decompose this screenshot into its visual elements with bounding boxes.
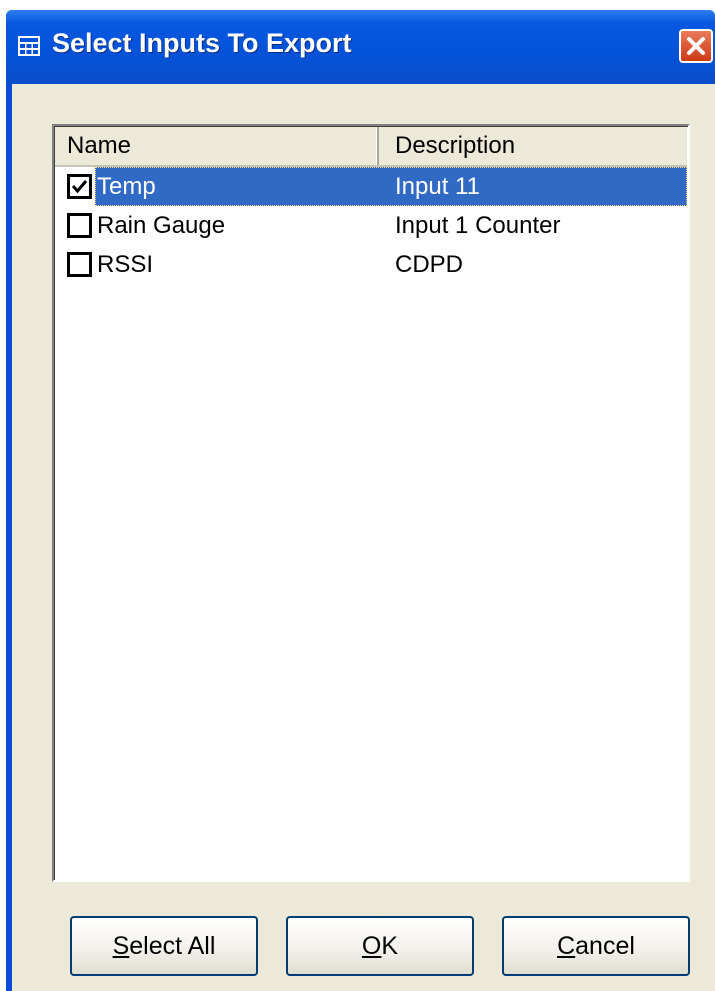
- window-title: Select Inputs To Export: [52, 28, 352, 58]
- select-all-button[interactable]: Select All: [70, 916, 258, 976]
- table-icon: [18, 36, 40, 56]
- row-checkbox[interactable]: [67, 213, 92, 238]
- list-row[interactable]: Rain Gauge Input 1 Counter: [55, 206, 687, 245]
- ok-label: K: [381, 932, 399, 960]
- list-row[interactable]: Temp Input 11: [55, 167, 687, 206]
- ok-button[interactable]: OK: [286, 916, 474, 976]
- column-header-name[interactable]: Name: [55, 127, 379, 165]
- list-header: Name Description: [55, 127, 687, 167]
- select-all-mnemonic: S: [112, 932, 130, 960]
- ok-mnemonic: O: [361, 932, 382, 960]
- row-checkbox[interactable]: [67, 252, 92, 277]
- checkmark-icon: [71, 180, 88, 194]
- dialog-client-area: Name Description Temp Input 11 Rain Gaug…: [12, 84, 715, 991]
- row-description: Input 1 Counter: [395, 212, 561, 239]
- list-rows: Temp Input 11 Rain Gauge Input 1 Counter…: [55, 167, 687, 284]
- row-description: CDPD: [395, 251, 464, 278]
- row-checkbox[interactable]: [67, 174, 92, 199]
- row-description: Input 11: [395, 173, 480, 200]
- cancel-mnemonic: C: [557, 932, 576, 960]
- row-name: RSSI: [97, 251, 154, 278]
- close-button[interactable]: [679, 29, 713, 63]
- cancel-label: ancel: [575, 932, 635, 960]
- dialog-window: Select Inputs To Export Name Description: [6, 10, 715, 991]
- title-bar[interactable]: Select Inputs To Export: [6, 10, 715, 84]
- row-name: Temp: [97, 173, 156, 200]
- column-header-description[interactable]: Description: [379, 127, 688, 165]
- list-row[interactable]: RSSI CDPD: [55, 245, 687, 284]
- row-name: Rain Gauge: [97, 212, 226, 239]
- close-icon: [687, 37, 705, 55]
- inputs-list-view[interactable]: Name Description Temp Input 11 Rain Gaug…: [52, 124, 690, 882]
- select-all-label: elect All: [129, 932, 216, 960]
- cancel-button[interactable]: Cancel: [502, 916, 690, 976]
